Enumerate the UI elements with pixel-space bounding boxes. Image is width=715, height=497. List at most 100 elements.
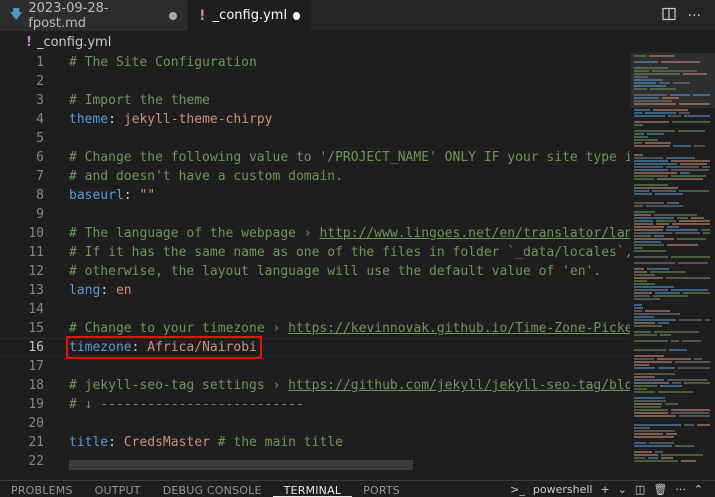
terminal-icon: >_ <box>510 483 525 496</box>
code-line[interactable]: 11 # If it has the same name as one of th… <box>0 243 630 262</box>
minimap-line <box>634 331 651 333</box>
minimap-line <box>634 295 650 297</box>
minimap-line <box>634 229 663 231</box>
code-line[interactable]: 20 <box>0 414 630 433</box>
tab-config-yml[interactable]: ! _config.yml <box>188 0 310 31</box>
minimap-line <box>671 160 710 162</box>
minimap-line <box>634 310 642 312</box>
panel-tab-output[interactable]: OUTPUT <box>84 481 152 497</box>
minimap-line <box>657 178 703 180</box>
minimap-line <box>658 367 675 369</box>
minimap-line <box>634 67 668 69</box>
minimap-line <box>634 298 660 300</box>
code-line[interactable]: 2 <box>0 72 630 91</box>
minimap-line <box>697 424 710 426</box>
code-token: # jekyll-seo-tag settings › <box>69 378 289 393</box>
code-line[interactable]: 19 # ↓ -------------------------- <box>0 395 630 414</box>
minimap-line <box>634 178 654 180</box>
minimap-line <box>657 358 691 360</box>
minimap-line <box>634 166 663 168</box>
line-number: 1 <box>36 55 44 70</box>
minimap-line <box>660 334 671 336</box>
panel-tab-terminal[interactable]: TERMINAL <box>272 481 353 497</box>
code-text: lang: en <box>69 281 132 300</box>
code-text: baseurl: "" <box>69 186 155 205</box>
minimap-line <box>634 70 649 72</box>
code-line[interactable]: 8 baseurl: "" <box>0 186 630 205</box>
panel-tab-problems[interactable]: PROBLEMS <box>0 481 84 497</box>
add-terminal-icon[interactable]: + <box>600 483 609 496</box>
minimap-line <box>634 283 655 285</box>
code-text: theme: jekyll-theme-chirpy <box>69 110 273 129</box>
terminal-name[interactable]: powershell <box>533 483 593 496</box>
chevron-down-icon[interactable]: ⌄ <box>618 483 627 496</box>
minimap-line <box>678 367 710 369</box>
minimap-line <box>658 391 693 393</box>
minimap-line <box>634 280 647 282</box>
breadcrumb: ! _config.yml <box>0 31 715 53</box>
code-line[interactable]: 12 # otherwise, the layout language will … <box>0 262 630 281</box>
minimap-line <box>634 427 650 429</box>
code-line[interactable]: 21 title: CredsMaster # the main title <box>0 433 630 452</box>
code-line[interactable]: 10 # The language of the webpage › http:/… <box>0 224 630 243</box>
minimap-line <box>634 433 663 435</box>
code-line[interactable]: 7 # and doesn't have a custom domain. <box>0 167 630 186</box>
horizontal-scrollbar[interactable] <box>69 460 413 470</box>
code-line[interactable]: 4 theme: jekyll-theme-chirpy <box>0 110 630 129</box>
minimap-line <box>634 130 675 132</box>
minimap-line <box>634 304 642 306</box>
tab-label: 2023-09-28-fpost.md <box>28 0 109 31</box>
minimap-line <box>634 379 664 381</box>
minimap-line <box>634 364 649 366</box>
minimap-line <box>634 367 655 369</box>
more-actions-icon[interactable]: ··· <box>675 483 686 496</box>
minimap-line <box>634 175 668 177</box>
panel-tab-debug-console[interactable]: DEBUG CONSOLE <box>152 481 273 497</box>
line-number: 10 <box>28 226 44 241</box>
panel-tab-ports[interactable]: PORTS <box>352 481 411 497</box>
unsaved-dot-icon[interactable] <box>169 11 177 20</box>
code-line[interactable]: 1 # The Site Configuration <box>0 53 630 72</box>
tab-fpost-md[interactable]: 🡇 2023-09-28-fpost.md <box>0 0 188 31</box>
minimap-line <box>681 460 696 462</box>
minimap-line <box>634 325 662 327</box>
trash-icon[interactable]: 🗑 <box>653 483 667 496</box>
code-link[interactable]: https://github.com/jekyll/jekyll-seo-tag… <box>288 378 630 393</box>
code-line[interactable]: 5 <box>0 129 630 148</box>
code-link[interactable]: http://www.lingoes.net/en/translator/lan… <box>319 226 630 241</box>
minimap-line <box>655 292 680 294</box>
code-line[interactable]: 3 # Import the theme <box>0 91 630 110</box>
breadcrumb-file[interactable]: _config.yml <box>37 35 111 50</box>
code-line[interactable]: 17 <box>0 357 630 376</box>
more-actions-icon[interactable]: ··· <box>688 9 701 23</box>
code-editor[interactable]: 1 # The Site Configuration 2 3 # Import the … <box>0 53 630 471</box>
minimap-line <box>634 214 651 216</box>
minimap-line <box>634 277 663 279</box>
minimap-line <box>694 145 705 147</box>
code-line[interactable]: 13 lang: en <box>0 281 630 300</box>
minimap-line <box>671 340 679 342</box>
minimap-line <box>694 358 702 360</box>
minimap-line <box>634 385 657 387</box>
code-link[interactable]: https://kevinnovak.github.io/Time-Zone-P… <box>288 321 630 336</box>
yaml-icon: ! <box>199 7 206 24</box>
code-line[interactable]: 14 <box>0 300 630 319</box>
unsaved-dot-icon[interactable] <box>293 11 300 20</box>
minimap[interactable] <box>630 53 715 471</box>
minimap-line <box>634 361 672 363</box>
minimap-line <box>649 442 674 444</box>
split-terminal-icon[interactable]: ◫ <box>635 483 645 496</box>
split-editor-icon[interactable] <box>662 7 676 24</box>
minimap-line <box>649 55 674 57</box>
code-line[interactable]: 18 # jekyll-seo-tag settings › https://gi… <box>0 376 630 395</box>
minimap-line <box>679 319 702 321</box>
code-line[interactable]: 9 <box>0 205 630 224</box>
code-text: # jekyll-seo-tag settings › https://gith… <box>69 376 630 395</box>
minimap-line <box>652 70 697 72</box>
minimap-line <box>666 166 699 168</box>
chevron-up-icon[interactable]: ⌃ <box>694 483 703 496</box>
minimap-line <box>634 205 643 207</box>
panel-bar: PROBLEMS OUTPUT DEBUG CONSOLE TERMINAL P… <box>0 480 715 497</box>
line-number: 4 <box>36 112 44 127</box>
code-line[interactable]: 6 # Change the following value to '/PROJE… <box>0 148 630 167</box>
